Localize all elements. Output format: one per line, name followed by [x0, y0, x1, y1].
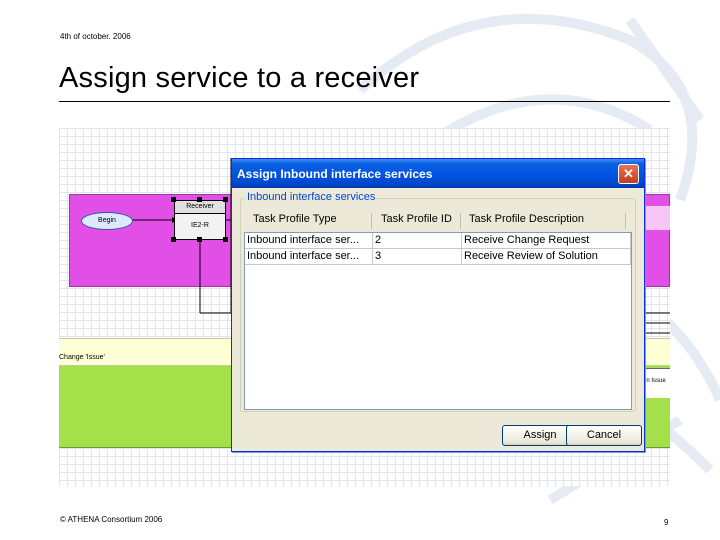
- lane-header-patch: [643, 340, 670, 364]
- column-header-id[interactable]: Task Profile ID: [381, 213, 452, 229]
- dialog-titlebar[interactable]: Assign Inbound interface services ✕: [232, 159, 644, 188]
- title-divider: [59, 101, 670, 102]
- resize-handle[interactable]: [197, 197, 202, 202]
- table-row[interactable]: Inbound interface ser... 2 Receive Chang…: [245, 233, 631, 249]
- cell-description[interactable]: Receive Review of Solution: [462, 249, 631, 264]
- resize-handle[interactable]: [223, 197, 228, 202]
- cell-type[interactable]: Inbound interface ser...: [245, 249, 373, 264]
- column-divider[interactable]: [625, 213, 626, 229]
- cell-description[interactable]: Receive Change Request: [462, 233, 631, 248]
- column-divider[interactable]: [460, 213, 461, 229]
- column-header-type[interactable]: Task Profile Type: [253, 213, 337, 229]
- receiver-node[interactable]: Receiver IE2-R: [174, 200, 226, 240]
- lane-right-label: gn Issue: [643, 378, 666, 384]
- table-row[interactable]: Inbound interface ser... 3 Receive Revie…: [245, 249, 631, 265]
- slide-date: 4th of october. 2006: [60, 32, 131, 41]
- resize-handle[interactable]: [223, 237, 228, 242]
- receiver-header: Receiver: [175, 201, 225, 214]
- group-label: Inbound interface services: [245, 191, 378, 203]
- receiver-node-label: IE2-R: [191, 222, 209, 229]
- dialog-title: Assign Inbound interface services: [237, 167, 433, 181]
- cell-type[interactable]: Inbound interface ser...: [245, 233, 373, 248]
- close-icon: ✕: [623, 166, 634, 181]
- resize-handle[interactable]: [171, 237, 176, 242]
- column-divider[interactable]: [371, 213, 372, 229]
- cancel-button[interactable]: Cancel: [566, 425, 642, 446]
- services-table[interactable]: Inbound interface ser... 2 Receive Chang…: [244, 232, 632, 410]
- resize-handle[interactable]: [171, 197, 176, 202]
- begin-event[interactable]: Begin: [81, 212, 133, 230]
- lane-label: Change 'Issue': [59, 354, 105, 361]
- close-button[interactable]: ✕: [618, 164, 639, 184]
- cell-id[interactable]: 3: [373, 249, 462, 264]
- footer-copyright: © ATHENA Consortium 2006: [60, 515, 163, 524]
- page-number: 9: [664, 518, 669, 527]
- assign-services-dialog[interactable]: Assign Inbound interface services ✕ Inbo…: [231, 158, 645, 452]
- resize-handle[interactable]: [197, 237, 202, 242]
- cell-id[interactable]: 2: [373, 233, 462, 248]
- slide-title: Assign service to a receiver: [59, 62, 420, 94]
- column-header-description[interactable]: Task Profile Description: [469, 213, 584, 229]
